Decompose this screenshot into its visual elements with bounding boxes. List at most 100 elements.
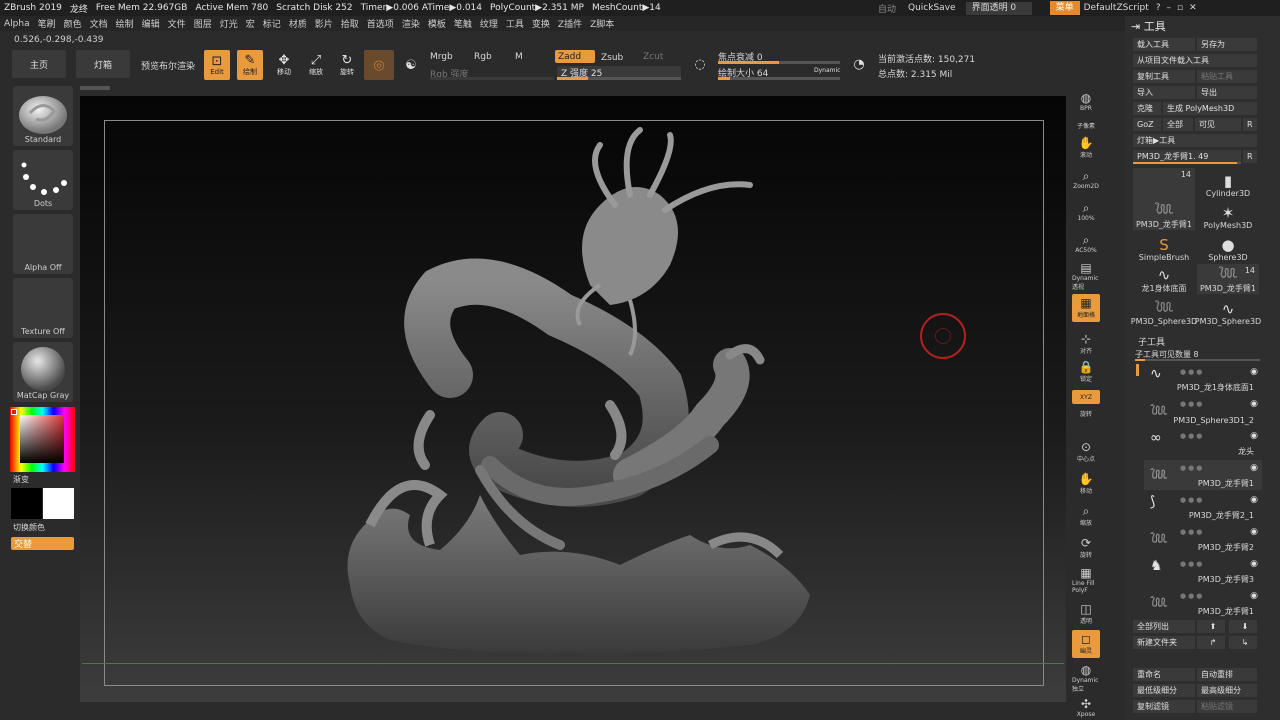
eye-icon[interactable]: ◉ xyxy=(1250,559,1258,569)
load-from-project-button[interactable]: 从项目文件载入工具 xyxy=(1133,54,1257,67)
goz-r-button[interactable]: R xyxy=(1243,118,1257,131)
subtool-toggles[interactable]: ●●● xyxy=(1180,400,1204,408)
brush-slot[interactable]: Standard xyxy=(13,86,73,146)
subtool-toggles[interactable]: ●●● xyxy=(1180,592,1204,600)
restore-icon[interactable]: ▫ xyxy=(1174,3,1186,13)
tool-thumbnail[interactable]: 𓆙 PM3D_Sphere3D xyxy=(1131,296,1197,326)
lightbox-button[interactable]: 灯箱 xyxy=(76,50,130,78)
tool-thumbnail[interactable]: 𓆙 PM3D_龙手臂1 14 xyxy=(1133,168,1195,230)
color-picker[interactable] xyxy=(10,407,75,472)
help-icon[interactable]: ? xyxy=(1153,3,1164,13)
mrgb-button[interactable]: Mrgb xyxy=(430,52,453,62)
menu-item[interactable]: 纹理 xyxy=(476,17,502,30)
subtool-toggles[interactable]: ●●● xyxy=(1180,432,1204,440)
move-button[interactable]: ✥ 移动 xyxy=(271,50,297,80)
tool-thumbnail[interactable]: 𓆙 PM3D_龙手臂1 14 xyxy=(1197,264,1259,294)
rotate-button[interactable]: ↻ 旋转 xyxy=(334,50,360,80)
menu-item[interactable]: 宏 xyxy=(242,17,259,30)
edit-button[interactable]: ⊡ Edit xyxy=(204,50,230,80)
subtool-row[interactable]: 𓆙 ●●● ◉ PM3D_龙手臂1 xyxy=(1144,588,1262,618)
shelf-button[interactable]: ✣ Xpose xyxy=(1072,694,1100,720)
menu-item[interactable]: 编辑 xyxy=(138,17,164,30)
shelf-button[interactable]: 🔒 锁定 xyxy=(1072,358,1100,386)
eye-icon[interactable]: ◉ xyxy=(1250,591,1258,601)
menu-item[interactable]: 变换 xyxy=(528,17,554,30)
quicksave-button[interactable]: QuickSave xyxy=(902,3,962,13)
tool-thumbnail[interactable]: ● Sphere3D xyxy=(1197,232,1259,262)
zcut-button[interactable]: Zcut xyxy=(643,52,663,62)
close-icon[interactable]: ✕ xyxy=(1186,3,1200,13)
load-tool-button[interactable]: 载入工具 xyxy=(1133,38,1195,51)
interface-transparency-slider[interactable]: 界面透明 0 xyxy=(965,1,1032,15)
shelf-button[interactable]: ◍ BPR xyxy=(1072,88,1100,116)
menu-item[interactable]: 灯光 xyxy=(216,17,242,30)
shelf-button[interactable]: ▤ Dynamic 透视 xyxy=(1072,261,1100,291)
canvas-scroll-indicator[interactable] xyxy=(80,86,110,90)
subtool-row[interactable]: 𓆙 ●●● ◉ PM3D_龙手臂1 xyxy=(1144,460,1262,490)
subtool-toggles[interactable]: ●●● xyxy=(1180,368,1204,376)
shelf-button[interactable]: ⟳ 旋转 xyxy=(1072,534,1100,562)
switch-color-button[interactable]: 切换颜色 xyxy=(13,522,45,533)
eye-icon[interactable]: ◉ xyxy=(1250,463,1258,473)
rgb-button[interactable]: Rgb xyxy=(474,52,492,62)
clone-button[interactable]: 克隆 xyxy=(1133,102,1161,115)
copy-tool-button[interactable]: 复制工具 xyxy=(1133,70,1195,83)
menu-item[interactable]: 笔刷 xyxy=(34,17,60,30)
rgb-intensity-track[interactable] xyxy=(430,77,554,80)
menu-item[interactable]: Z脚本 xyxy=(586,17,618,30)
z-intensity-track[interactable] xyxy=(557,77,681,80)
tool-thumbnail[interactable]: ∿ PM3D_Sphere3D xyxy=(1195,296,1261,326)
new-folder-button[interactable]: 新建文件夹 xyxy=(1133,636,1195,649)
menu-item[interactable]: 工具 xyxy=(502,17,528,30)
import-button[interactable]: 导入 xyxy=(1133,86,1195,99)
color-mode-button[interactable]: ☯ xyxy=(398,50,424,80)
paste-tool-button[interactable]: 粘贴工具 xyxy=(1197,70,1257,83)
color-picker-square[interactable] xyxy=(20,415,64,463)
zsub-button[interactable]: Zsub xyxy=(601,53,623,63)
shelf-button[interactable]: ⊙ 中心点 xyxy=(1072,438,1100,466)
gradient-label[interactable]: 渐变 xyxy=(13,474,29,485)
subtool-row[interactable]: ♞ ●●● ◉ PM3D_龙手臂3 xyxy=(1144,556,1262,586)
minimize-icon[interactable]: – xyxy=(1164,3,1175,13)
goz-visible-button[interactable]: 可见 xyxy=(1195,118,1241,131)
bpr-preview-button[interactable]: 预览布尔渲染 xyxy=(141,59,195,72)
shelf-button[interactable]: 旋转 xyxy=(1072,406,1100,420)
menu-item[interactable]: Alpha xyxy=(0,19,34,29)
menu-item[interactable]: 文件 xyxy=(164,17,190,30)
menu-button[interactable]: 菜单 xyxy=(1049,1,1080,15)
paste-filter-button[interactable]: 粘贴滤镜 xyxy=(1197,700,1257,713)
move-down-button[interactable]: ⬇ xyxy=(1229,620,1257,633)
eye-icon[interactable]: ◉ xyxy=(1250,527,1258,537)
subtool-toggles[interactable]: ●●● xyxy=(1180,464,1204,472)
alternate-button[interactable]: 交替 xyxy=(11,537,74,550)
eye-icon[interactable]: ◉ xyxy=(1250,367,1258,377)
menu-item[interactable]: 模板 xyxy=(424,17,450,30)
subtool-row[interactable]: ⟆ ●●● ◉ PM3D_龙手臂2_1 xyxy=(1144,492,1262,522)
tool-thumbnail[interactable]: S SimpleBrush xyxy=(1133,232,1195,262)
menu-item[interactable]: 渲染 xyxy=(398,17,424,30)
current-tool-r-button[interactable]: R xyxy=(1243,150,1257,163)
shelf-button[interactable]: 子像素 xyxy=(1072,118,1100,132)
lightbox-tools-button[interactable]: 灯箱▶工具 xyxy=(1133,134,1257,147)
list-all-button[interactable]: 全部列出 xyxy=(1133,620,1195,633)
shelf-button[interactable]: ◍ Dynamic 独立 xyxy=(1072,663,1100,693)
scale-button[interactable]: ⤢ 缩放 xyxy=(303,50,329,80)
shelf-button[interactable]: ✋ 移动 xyxy=(1072,470,1100,498)
alpha-slot[interactable]: Alpha Off xyxy=(13,214,73,274)
subtool-row[interactable]: ∞ ●●● ◉ 龙头 xyxy=(1144,428,1262,458)
menu-item[interactable]: 文档 xyxy=(86,17,112,30)
stroke-slot[interactable]: Dots xyxy=(13,150,73,210)
auto-reorder-button[interactable]: 自动重排 xyxy=(1197,668,1257,681)
subtool-scroll-handle[interactable] xyxy=(1136,364,1139,376)
subtool-toggles[interactable]: ●●● xyxy=(1180,528,1204,536)
shelf-button[interactable]: ▦ 地面格 xyxy=(1072,294,1100,322)
lowest-subdiv-button[interactable]: 最低级细分 xyxy=(1133,684,1195,697)
menu-item[interactable]: 首选项 xyxy=(363,17,398,30)
shelf-button[interactable]: ◫ 透明 xyxy=(1072,600,1100,628)
zadd-button[interactable]: Zadd xyxy=(555,50,595,63)
home-button[interactable]: 主页 xyxy=(12,50,66,78)
zscript-label[interactable]: DefaultZScript xyxy=(1080,3,1153,13)
main-color-swatch[interactable] xyxy=(43,488,74,519)
shelf-button[interactable]: ▦ Line Fill PolyF xyxy=(1072,566,1100,594)
subtool-toggles[interactable]: ●●● xyxy=(1180,560,1204,568)
